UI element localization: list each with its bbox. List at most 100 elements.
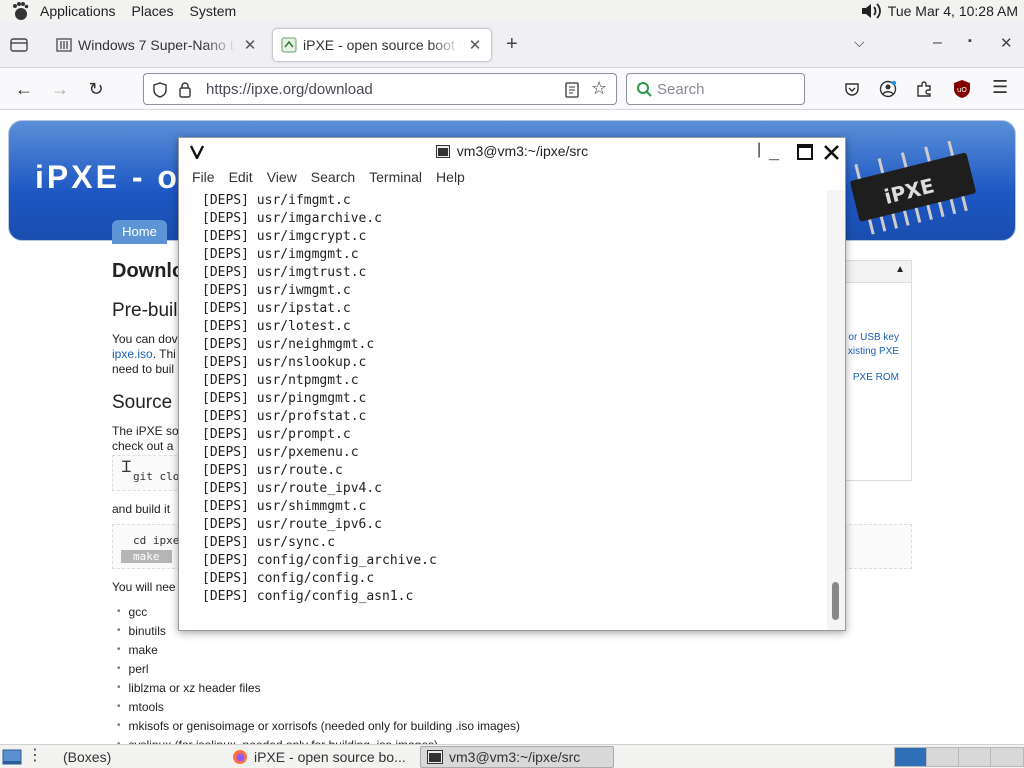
menu-file[interactable]: File: [192, 169, 215, 185]
places-menu[interactable]: Places: [124, 3, 182, 19]
terminal-scrollbar-thumb[interactable]: [832, 582, 839, 620]
bottom-taskbar: ⋮ (Boxes) iPXE - open source bo... vm3@v…: [0, 744, 1024, 768]
task-terminal-label: vm3@vm3:~/ipxe/src: [449, 749, 581, 765]
reload-icon[interactable]: ↻: [84, 77, 108, 101]
terminal-line: [DEPS] usr/imgmgmt.c: [202, 247, 359, 262]
tab-list-chevron-icon[interactable]: ⌵: [854, 34, 865, 51]
menu-edit[interactable]: Edit: [229, 169, 253, 185]
url-bar[interactable]: https://ipxe.org/download ☆: [143, 73, 617, 105]
shield-icon[interactable]: [152, 82, 168, 98]
terminal-line: [DEPS] usr/neighmgmt.c: [202, 337, 375, 352]
menu-terminal[interactable]: Terminal: [369, 169, 422, 185]
terminal-line: [DEPS] usr/iwmgmt.c: [202, 283, 351, 298]
list-item: syslinux (for isolinux, needed only for …: [117, 735, 520, 745]
prebuilt-line-3: need to buil: [112, 362, 175, 376]
terminal-maximize-icon[interactable]: [797, 144, 813, 160]
terminal-line: [DEPS] usr/shimmgmt.c: [202, 499, 367, 514]
terminal-line: [DEPS] usr/pxemenu.c: [202, 445, 359, 460]
page-title: Downlo: [112, 260, 185, 282]
terminal-line: [DEPS] config/config.c: [202, 571, 375, 586]
list-item: perl: [117, 659, 520, 678]
terminal-line: [DEPS] usr/imgtrust.c: [202, 265, 367, 280]
svg-text:uO: uO: [957, 86, 967, 94]
ipxe-iso-link[interactable]: ipxe.iso: [112, 347, 153, 361]
terminal-line: [DEPS] usr/route.c: [202, 463, 343, 478]
workspace-2[interactable]: [926, 747, 960, 767]
volume-icon[interactable]: [860, 2, 882, 20]
list-item: mkisofs or genisoimage or xorrisofs (nee…: [117, 716, 521, 735]
home-nav-tab[interactable]: Home: [112, 220, 167, 244]
search-bar[interactable]: [626, 73, 805, 105]
terminal-window[interactable]: vm3@vm3:~/ipxe/src | _ File Edit View Se…: [178, 137, 846, 631]
account-icon[interactable]: [879, 80, 897, 98]
terminal-line: [DEPS] usr/imgcrypt.c: [202, 229, 367, 244]
extensions-icon[interactable]: [915, 80, 933, 98]
system-menu[interactable]: System: [182, 3, 245, 19]
terminal-line: [DEPS] usr/ipstat.c: [202, 301, 351, 316]
list-item: mtools: [117, 697, 520, 716]
terminal-menubar: File Edit View Search Terminal Help: [179, 166, 845, 188]
new-tab-icon[interactable]: +: [506, 33, 518, 56]
bookmark-star-icon[interactable]: ☆: [591, 78, 607, 99]
back-icon[interactable]: ←: [12, 77, 36, 101]
make-command-text: make: [121, 550, 172, 563]
top-panel-right: Tue Mar 4, 10:28 AM: [860, 0, 1018, 22]
browser-tab-bar: Windows 7 Super-Nano Lit ✕ iPXE - open s…: [0, 22, 1024, 68]
pocket-icon[interactable]: [844, 81, 860, 97]
terminal-line: [DEPS] usr/route_ipv6.c: [202, 517, 383, 532]
terminal-titlebar[interactable]: vm3@vm3:~/ipxe/src | _: [179, 138, 845, 166]
tab-overview-icon[interactable]: [10, 38, 28, 52]
maximize-icon[interactable]: ▪: [968, 35, 972, 47]
prebuilt-line-2: ipxe.iso. Thi: [112, 347, 178, 362]
firefox-icon: [233, 750, 247, 764]
terminal-line: [DEPS] config/config_archive.c: [202, 553, 437, 568]
hamburger-menu-icon[interactable]: ☰: [992, 77, 1008, 98]
terminal-line: [DEPS] config/config_asn1.c: [202, 589, 414, 604]
task-firefox[interactable]: iPXE - open source bo...: [226, 746, 416, 768]
browser-nav-bar: ← → ↻ https://ipxe.org/download ☆ Search…: [0, 68, 1024, 110]
collapse-up-icon[interactable]: ▲: [895, 264, 905, 275]
source-text: The iPXE so check out a: [112, 424, 179, 454]
search-engine-icon[interactable]: [636, 81, 652, 97]
lock-icon[interactable]: [178, 81, 192, 98]
terminal-line: [DEPS] usr/sync.c: [202, 535, 336, 550]
workspace-3[interactable]: [958, 747, 992, 767]
terminal-line: [DEPS] usr/imgarchive.c: [202, 211, 383, 226]
drag-handle-icon[interactable]: ⋮: [27, 745, 43, 767]
text-cursor-icon: Ɪ: [122, 459, 131, 476]
forward-icon[interactable]: →: [48, 77, 72, 101]
applications-menu[interactable]: Applications: [32, 3, 124, 19]
workspace-4[interactable]: [990, 747, 1024, 767]
reader-view-icon[interactable]: [564, 82, 580, 98]
show-desktop-icon[interactable]: [2, 747, 22, 767]
terminal-title: vm3@vm3:~/ipxe/src: [456, 143, 589, 159]
list-item: liblzma or xz header files: [117, 678, 520, 697]
sidebox-line-3[interactable]: PXE ROM: [848, 371, 899, 385]
tab-close-icon[interactable]: ✕: [467, 36, 483, 54]
task-firefox-label: iPXE - open source bo...: [254, 749, 406, 765]
terminal-lines: [DEPS] usr/ifmgmt.c [DEPS] usr/imgarchive…: [202, 192, 437, 606]
terminal-close-icon[interactable]: [823, 144, 840, 161]
tab-title: iPXE - open source boot fi: [303, 37, 461, 53]
close-window-icon[interactable]: ✕: [1000, 34, 1013, 52]
tab-close-icon[interactable]: ✕: [242, 36, 258, 54]
search-input[interactable]: [657, 79, 797, 99]
ublock-icon[interactable]: uO: [953, 79, 971, 99]
task-terminal[interactable]: vm3@vm3:~/ipxe/src: [420, 746, 614, 768]
ipxe-chip-logo-icon: iPXE: [850, 141, 976, 235]
url-text[interactable]: https://ipxe.org/download: [206, 81, 373, 98]
terminal-minimize-icon[interactable]: _: [769, 142, 779, 163]
you-will-need-text: You will nee: [112, 580, 176, 594]
tab-ipxe[interactable]: iPXE - open source boot fi ✕: [272, 28, 492, 62]
tab-windows7-nano[interactable]: Windows 7 Super-Nano Lit ✕: [48, 28, 266, 62]
gnome-foot-icon[interactable]: [10, 1, 30, 21]
menu-view[interactable]: View: [267, 169, 297, 185]
menu-help[interactable]: Help: [436, 169, 465, 185]
menu-search[interactable]: Search: [311, 169, 355, 185]
clock[interactable]: Tue Mar 4, 10:28 AM: [888, 3, 1018, 19]
workspace-1[interactable]: [894, 747, 928, 767]
task-boxes[interactable]: (Boxes): [57, 746, 217, 768]
terminal-output[interactable]: [DEPS] usr/ifmgmt.c [DEPS] usr/imgarchive…: [179, 190, 827, 630]
minimize-icon[interactable]: –: [933, 34, 942, 52]
terminal-scrollbar[interactable]: [827, 190, 845, 630]
